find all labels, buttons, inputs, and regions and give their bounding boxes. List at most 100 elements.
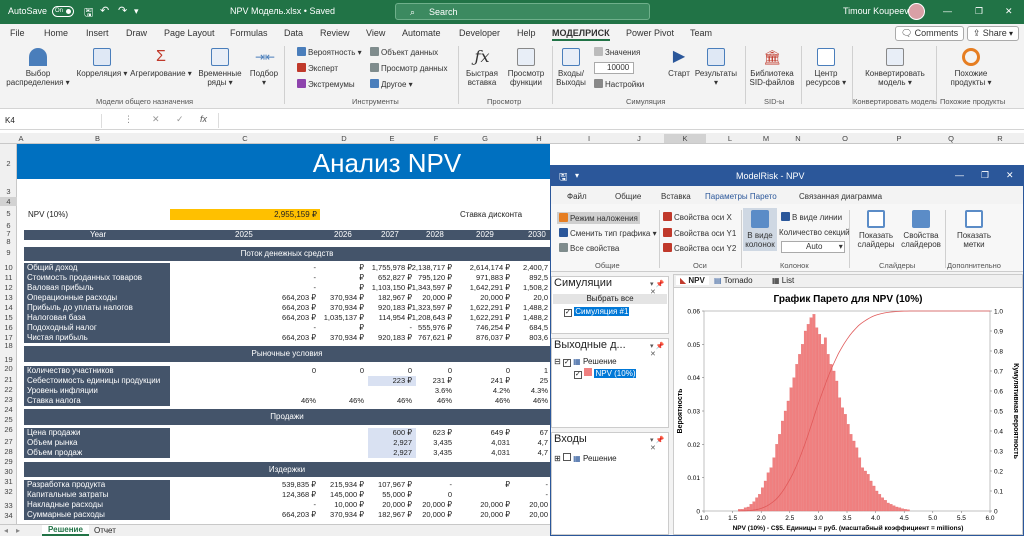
chart-tab-npv[interactable]: ◣ NPV [676, 276, 709, 285]
menu-developer[interactable]: Developer [459, 28, 500, 38]
row-header[interactable]: 15 [0, 313, 17, 322]
table-cell[interactable]: 0 [394, 366, 452, 376]
table-cell[interactable]: 20,000 ₽ [394, 293, 452, 303]
table-cell[interactable]: 4.3% [490, 386, 548, 396]
inputs-outputs-button[interactable]: Входы/ Выходы [553, 48, 589, 87]
chart-tab-list[interactable]: ▦ List [772, 276, 794, 285]
col-header[interactable]: G [456, 134, 514, 143]
restore-icon[interactable]: ❐ [975, 6, 983, 17]
col-header[interactable]: C [170, 134, 320, 143]
row-header[interactable]: 26 [0, 425, 17, 434]
table-cell[interactable]: 20,000 ₽ [394, 500, 452, 510]
col-header[interactable]: M [754, 134, 778, 143]
panel-pin-icon[interactable]: ▾ 📌 ✕ [650, 342, 668, 358]
solution-tree-item[interactable]: ⊟ ✓ ▦ Решение [554, 357, 617, 367]
col-header[interactable]: A [17, 134, 25, 143]
share-button[interactable]: ⇪ Share ▾ [967, 26, 1020, 41]
menu-automate[interactable]: Automate [402, 28, 441, 38]
results-button[interactable]: Результаты ▾ [694, 48, 738, 87]
table-cell[interactable]: 20,00 [490, 500, 548, 510]
table-cell[interactable]: 2,400,7 [490, 263, 548, 273]
data-view-button[interactable]: Просмотр данных [370, 63, 447, 73]
menu-home[interactable]: Home [44, 28, 68, 38]
row-header[interactable]: 12 [0, 283, 17, 292]
expert-button[interactable]: Эксперт [297, 63, 338, 73]
mr-tab-linked-chart[interactable]: Связанная диаграмма [799, 192, 882, 201]
table-cell[interactable]: 3,435 [394, 438, 452, 448]
overlay-mode-button[interactable]: Режим наложения [557, 212, 640, 224]
enter-icon[interactable]: ✓ [176, 114, 184, 125]
table-cell[interactable]: 3,435 [394, 448, 452, 458]
col-header[interactable]: R [976, 134, 1024, 143]
autosave-toggle[interactable]: On [52, 6, 74, 17]
table-cell[interactable]: 20,0 [490, 293, 548, 303]
menu-file[interactable]: File [10, 28, 25, 38]
settings-button[interactable]: Настройки [594, 79, 644, 89]
row-header[interactable]: 11 [0, 273, 17, 282]
table-cell[interactable]: 795,120 ₽ [394, 273, 452, 283]
menu-insert[interactable]: Insert [86, 28, 109, 38]
view-function-button[interactable]: Просмотр функции [503, 48, 549, 87]
convert-model-button[interactable]: Конвертировать модель ▾ [856, 48, 934, 87]
fx-icon[interactable]: fx [200, 114, 207, 124]
as-line-button[interactable]: В виде линии [781, 212, 842, 222]
close-icon[interactable]: ✕ [1005, 6, 1013, 17]
menu-draw[interactable]: Draw [126, 28, 147, 38]
table-cell[interactable]: 1 [490, 366, 548, 376]
redo-icon[interactable]: ↷ [118, 4, 127, 17]
tab-prev-icon[interactable]: ◂ [4, 526, 8, 535]
sections-count-select[interactable]: Auto ▾ [781, 241, 845, 253]
all-properties-button[interactable]: Все свойства [559, 243, 619, 253]
menu-formulas[interactable]: Formulas [230, 28, 268, 38]
other-button[interactable]: Другое ▾ [370, 79, 413, 89]
tab-solution[interactable]: Решение [42, 525, 89, 536]
comments-button[interactable]: 🗨 Comments [895, 26, 965, 41]
mr-tab-insert[interactable]: Вставка [661, 192, 691, 201]
fit-button[interactable]: ⇥⇤ Подбор ▾ [248, 48, 280, 87]
start-button[interactable]: ▶ Старт [664, 48, 694, 78]
mr-qat-icon[interactable]: ▾ [575, 171, 579, 180]
table-cell[interactable]: 46% [394, 396, 452, 406]
user-name[interactable]: Timour Koupeev [843, 6, 909, 16]
show-labels-button[interactable]: Показать метки [949, 210, 999, 249]
col-header[interactable]: P [872, 134, 926, 143]
row-header[interactable]: 22 [0, 385, 17, 394]
as-columns-button[interactable]: В виде колонок [743, 208, 777, 251]
col-header[interactable]: B [25, 134, 170, 143]
table-cell[interactable]: 2,138,717 ₽ [394, 263, 452, 273]
correlation-button[interactable]: Корреляция ▾ [76, 48, 128, 78]
time-series-button[interactable]: Временные ряды ▾ [194, 48, 246, 87]
pareto-chart[interactable]: График Парето для NPV (10%) 0 0.01 0.02 0.03… [674, 289, 1022, 535]
row-header[interactable]: 20 [0, 364, 17, 373]
checkbox-checked-icon[interactable]: ✓ [574, 371, 582, 379]
row-header[interactable]: 19 [0, 355, 17, 364]
table-cell[interactable]: 1,323,597 ₽ [394, 303, 452, 313]
col-header[interactable]: Q [926, 134, 976, 143]
npv-value[interactable]: 2,955,159 ₽ [170, 209, 320, 220]
table-cell[interactable]: 555,976 ₽ [394, 323, 452, 333]
search-box[interactable]: ⌕ Search [395, 3, 650, 20]
table-cell[interactable]: 20,000 ₽ [394, 510, 452, 520]
col-header[interactable]: N [778, 134, 818, 143]
row-header[interactable]: 18 [0, 341, 17, 350]
table-cell[interactable]: 46% [490, 396, 548, 406]
row-header[interactable]: 21 [0, 375, 17, 384]
modelrisk-window[interactable]: 🖫 ▾ ModelRisk - NPV — ❐ ✕ Файл Общие Вст… [550, 165, 1024, 536]
col-header[interactable]: F [416, 134, 456, 143]
mr-close-icon[interactable]: ✕ [1006, 170, 1014, 181]
table-cell[interactable]: 3.6% [394, 386, 452, 396]
table-cell[interactable]: 1,488,2 [490, 303, 548, 313]
row-header[interactable]: 30 [0, 467, 17, 476]
qat-dropdown-icon[interactable]: ▾ [134, 6, 139, 17]
col-header[interactable]: I [564, 134, 614, 143]
row-header[interactable]: 32 [0, 487, 17, 496]
row-header[interactable]: 31 [0, 477, 17, 486]
row-header[interactable]: 29 [0, 457, 17, 466]
name-box[interactable]: K4 [2, 114, 102, 128]
similar-products-button[interactable]: Похожие продукты ▾ [938, 48, 1004, 87]
distribution-choice-button[interactable]: Выбор распределения ▾ [4, 48, 72, 87]
table-cell[interactable]: 623 ₽ [394, 428, 452, 438]
col-header[interactable]: E [368, 134, 416, 143]
row-header[interactable]: 3 [0, 187, 17, 196]
row-header[interactable]: 27 [0, 437, 17, 446]
